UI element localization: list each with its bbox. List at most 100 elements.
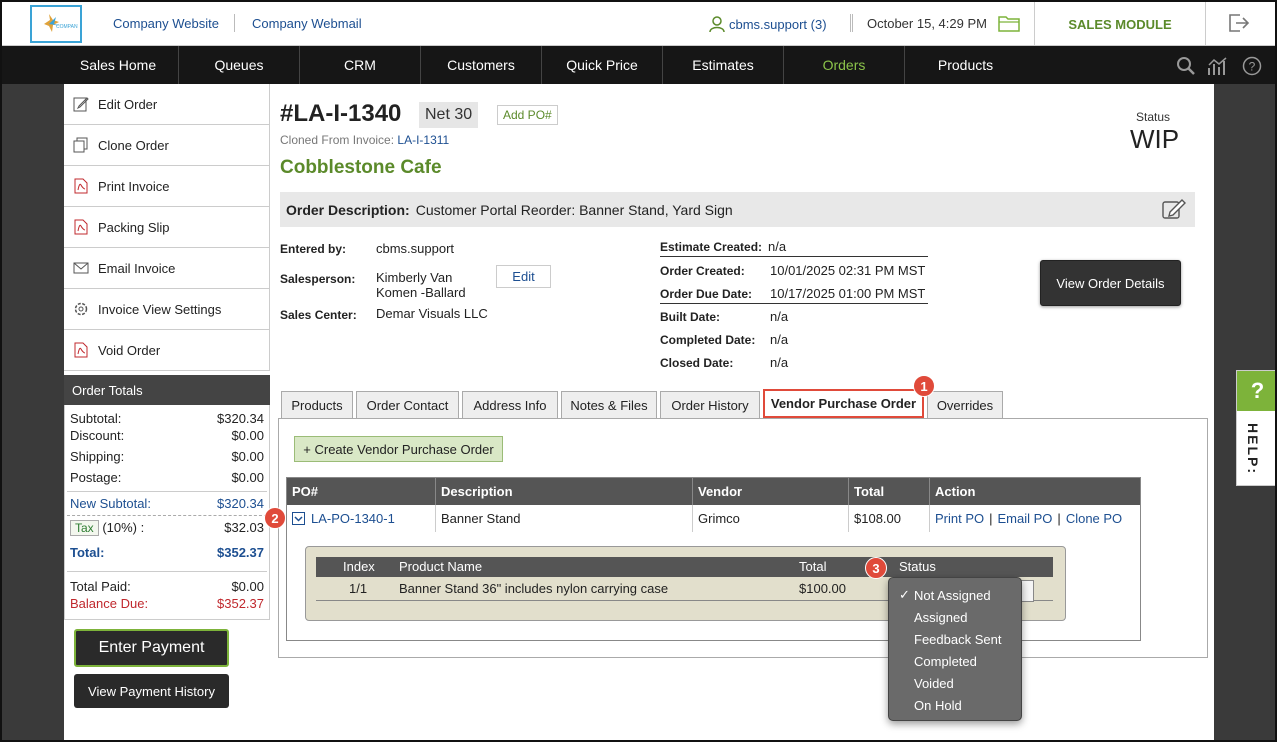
status-option-not-assigned[interactable]: ✓ Not Assigned [889,584,1021,606]
salesperson-value-2: Komen -Ballard [376,285,466,300]
edit-description-icon[interactable] [1161,197,1187,221]
order-number: #LA-I-1340 [280,100,402,127]
enter-payment-button[interactable]: Enter Payment [74,629,229,667]
nav-crm[interactable]: CRM [300,46,421,84]
invoice-view-settings-action[interactable]: Invoice View Settings [64,289,270,330]
clone-order-action[interactable]: Clone Order [64,125,270,166]
clone-po-link[interactable]: Clone PO [1066,511,1122,526]
tab-notes-files[interactable]: Notes & Files [561,391,657,418]
discount-label: Discount: [70,428,125,443]
search-icon[interactable] [1176,56,1196,76]
col-product-name: Product Name [399,559,483,574]
user-icon [709,16,725,33]
tax-value: $32.03 [224,520,264,535]
po-actions: Print PO | Email PO | Clone PO [930,505,1140,532]
print-invoice-action[interactable]: Print Invoice [64,166,270,207]
nav-sales-home[interactable]: Sales Home [58,46,179,84]
table-row: LA-PO-1340-1 Banner Stand Grimco $108.00… [287,505,1140,532]
chevron-down-icon[interactable] [292,512,305,525]
nav-estimates[interactable]: Estimates [663,46,784,84]
completed-date-label: Completed Date: [660,333,756,347]
postage-value: $0.00 [231,470,264,485]
order-due-label: Order Due Date: [660,287,753,301]
total-paid-value: $0.00 [231,579,264,594]
view-order-details-button[interactable]: View Order Details [1040,260,1181,306]
tab-order-contact[interactable]: Order Contact [356,391,459,418]
nav-orders[interactable]: Orders [784,46,905,84]
view-payment-history-button[interactable]: View Payment History [74,674,229,708]
step-marker-1: 1 [913,375,935,397]
tab-vendor-purchase-order[interactable]: Vendor Purchase Order [763,389,924,418]
closed-date-value: n/a [770,355,789,370]
items-header: Index Product Name Total Status [316,557,1053,577]
status-dropdown-menu[interactable]: ✓ Not Assigned Assigned Feedback Sent Com… [888,577,1022,721]
pdf-icon [72,341,90,359]
create-vendor-po-button[interactable]: + Create Vendor Purchase Order [294,436,503,462]
status-option-feedback-sent[interactable]: Feedback Sent [889,628,1021,650]
status-option-on-hold[interactable]: On Hold [889,694,1021,716]
total-paid-row: Total Paid: $0.00 [70,579,264,594]
add-po-button[interactable]: Add PO# [497,105,558,125]
tab-address-info[interactable]: Address Info [462,391,558,418]
built-date-label: Built Date: [660,310,720,324]
print-po-link[interactable]: Print PO [935,511,984,526]
company-webmail-link[interactable]: Company Webmail [252,16,362,31]
subtotal-label: Subtotal: [70,411,122,426]
void-order-action[interactable]: Void Order [64,330,270,371]
analytics-icon[interactable] [1207,56,1229,76]
company-website-link[interactable]: Company Website [113,16,219,31]
void-order-label: Void Order [98,342,161,358]
po-vendor: Grimco [693,505,849,532]
status-option-voided[interactable]: Voided [889,672,1021,694]
tax-button[interactable]: Tax [70,520,99,536]
edit-salesperson-button[interactable]: Edit [496,265,551,288]
edit-order-action[interactable]: Edit Order [64,84,270,125]
folder-icon[interactable] [998,14,1020,32]
status-option-assigned[interactable]: Assigned [889,606,1021,628]
tab-products[interactable]: Products [281,391,353,418]
company-logo[interactable]: COMPANY [30,5,82,43]
nav-queues[interactable]: Queues [179,46,300,84]
built-date-value: n/a [770,309,789,324]
user-name: cbms.support (3) [729,16,827,32]
packing-slip-action[interactable]: Packing Slip [64,207,270,248]
col-total: Total [849,478,930,505]
sales-module-label[interactable]: SALES MODULE [1034,2,1206,46]
cloned-invoice-link[interactable]: LA-I-1311 [397,133,449,147]
new-subtotal-label: New Subtotal: [70,496,151,511]
estimate-created-label: Estimate Created: [660,240,763,254]
item-product-name: Banner Stand 36" includes nylon carrying… [399,581,669,596]
email-po-link[interactable]: Email PO [998,511,1053,526]
balance-due-value: $352.37 [217,596,264,611]
total-row: Total: $352.37 [70,545,264,560]
closed-date-label: Closed Date: [660,356,734,370]
logout-icon[interactable] [1228,13,1250,33]
nav-quick-price[interactable]: Quick Price [542,46,663,84]
total-paid-label: Total Paid: [70,579,131,594]
sales-center-value: Demar Visuals LLC [376,306,488,321]
divider [67,571,267,572]
nav-products[interactable]: Products [905,46,1026,84]
tax-rate: (10%) : [102,520,145,535]
customer-name[interactable]: Cobblestone Cafe [280,157,442,179]
balance-due-row: Balance Due: $352.37 [70,596,264,611]
action-separator: | [1057,511,1061,526]
help-tab[interactable]: ? HELP: [1236,370,1275,486]
tab-overrides[interactable]: Overrides [927,391,1003,418]
shipping-row: Shipping: $0.00 [70,449,264,464]
nav-customers[interactable]: Customers [421,46,542,84]
email-invoice-action[interactable]: Email Invoice [64,248,270,289]
col-vendor: Vendor [693,478,849,505]
shipping-value: $0.00 [231,449,264,464]
new-subtotal-value: $320.34 [217,496,264,511]
app-frame: COMPANY Company Website Company Webmail … [0,0,1277,742]
step-marker-3: 3 [865,557,887,579]
cloned-from-label: Cloned From Invoice: [280,133,395,147]
status-option-completed[interactable]: Completed [889,650,1021,672]
help-circle-icon[interactable]: ? [1242,56,1262,76]
subtotal-row: Subtotal: $320.34 [70,411,264,426]
tab-order-history[interactable]: Order History [660,391,760,418]
user-menu[interactable]: cbms.support (3) [708,15,827,33]
sales-center-label: Sales Center: [280,308,357,322]
po-number-link[interactable]: LA-PO-1340-1 [311,511,395,526]
